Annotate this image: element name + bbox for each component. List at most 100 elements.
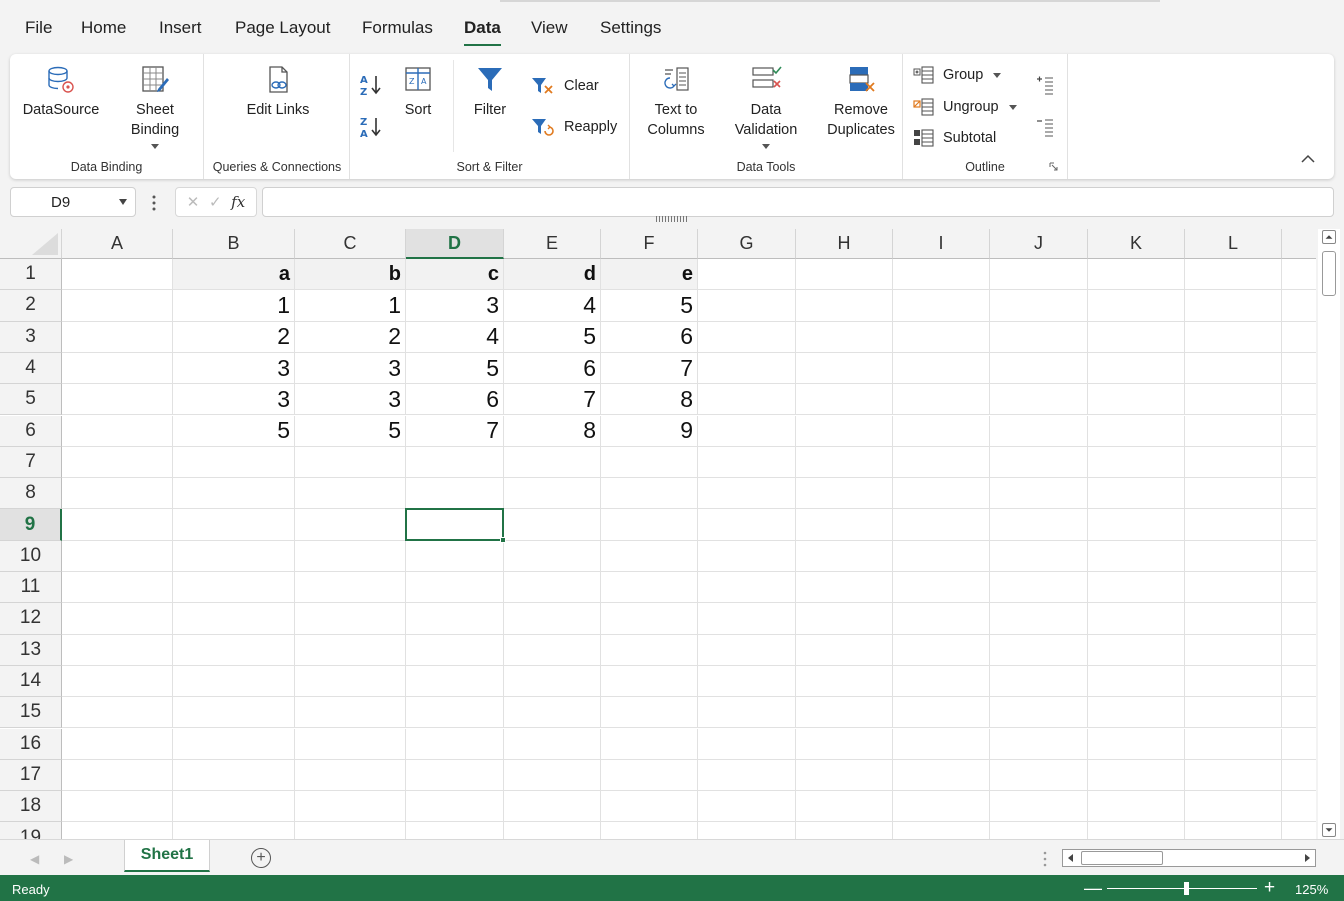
zoom-in-icon[interactable]: + bbox=[1264, 877, 1275, 899]
sort-z-to-a-icon[interactable]: Z A bbox=[359, 114, 383, 140]
cell-l11[interactable] bbox=[1185, 572, 1282, 604]
sheet-tab-sheet1[interactable]: Sheet1 bbox=[124, 840, 210, 872]
cell-c7[interactable] bbox=[295, 446, 406, 479]
cell-c1[interactable]: b bbox=[295, 259, 406, 291]
cell-g3[interactable] bbox=[698, 321, 796, 353]
row-header-16[interactable]: 16 bbox=[0, 728, 62, 760]
cell-m1[interactable] bbox=[1282, 259, 1316, 291]
ungroup-dropdown-icon[interactable] bbox=[1008, 104, 1017, 110]
cell-i17[interactable] bbox=[893, 759, 990, 792]
cell-a2[interactable] bbox=[62, 290, 173, 322]
cell-k10[interactable] bbox=[1088, 540, 1185, 572]
collapse-ribbon-icon[interactable] bbox=[1301, 154, 1315, 164]
select-all-corner[interactable] bbox=[0, 229, 62, 259]
column-header-g[interactable]: G bbox=[698, 229, 796, 259]
cell-a7[interactable] bbox=[62, 446, 173, 479]
cell-e16[interactable] bbox=[504, 728, 601, 760]
cell-d1[interactable]: c bbox=[406, 259, 504, 291]
cell-c12[interactable] bbox=[295, 603, 406, 635]
cell-k16[interactable] bbox=[1088, 728, 1185, 760]
cell-j12[interactable] bbox=[990, 603, 1088, 635]
cell-j3[interactable] bbox=[990, 321, 1088, 353]
column-header-c[interactable]: C bbox=[295, 229, 406, 259]
cell-b3[interactable]: 2 bbox=[173, 321, 295, 353]
cell-i18[interactable] bbox=[893, 791, 990, 823]
cell-j9[interactable] bbox=[990, 509, 1088, 541]
cell-d17[interactable] bbox=[406, 759, 504, 792]
cell-k4[interactable] bbox=[1088, 352, 1185, 385]
row-header-19[interactable]: 19 bbox=[0, 822, 62, 839]
cell-j13[interactable] bbox=[990, 634, 1088, 666]
cell-a17[interactable] bbox=[62, 759, 173, 792]
cell-i8[interactable] bbox=[893, 478, 990, 510]
cell-b15[interactable] bbox=[173, 697, 295, 729]
cell-d3[interactable]: 4 bbox=[406, 321, 504, 353]
cell-i13[interactable] bbox=[893, 634, 990, 666]
cell-f3[interactable]: 6 bbox=[601, 321, 698, 353]
cell-l12[interactable] bbox=[1185, 603, 1282, 635]
cell-j17[interactable] bbox=[990, 759, 1088, 792]
cell-e11[interactable] bbox=[504, 572, 601, 604]
cell-d11[interactable] bbox=[406, 572, 504, 604]
cell-j8[interactable] bbox=[990, 478, 1088, 510]
cell-j11[interactable] bbox=[990, 572, 1088, 604]
cell-d16[interactable] bbox=[406, 728, 504, 760]
cell-c19[interactable] bbox=[295, 822, 406, 839]
cell-m8[interactable] bbox=[1282, 478, 1316, 510]
cell-f16[interactable] bbox=[601, 728, 698, 760]
row-header-18[interactable]: 18 bbox=[0, 791, 62, 823]
cell-k19[interactable] bbox=[1088, 822, 1185, 839]
cell-m18[interactable] bbox=[1282, 791, 1316, 823]
cell-d2[interactable]: 3 bbox=[406, 290, 504, 322]
cell-e6[interactable]: 8 bbox=[504, 415, 601, 447]
cell-c13[interactable] bbox=[295, 634, 406, 666]
scroll-right-icon[interactable] bbox=[1301, 852, 1313, 864]
cell-j2[interactable] bbox=[990, 290, 1088, 322]
cell-a14[interactable] bbox=[62, 665, 173, 698]
cell-m4[interactable] bbox=[1282, 353, 1316, 385]
tab-file[interactable]: File bbox=[25, 18, 52, 38]
cell-a4[interactable] bbox=[62, 352, 173, 385]
cell-c2[interactable]: 1 bbox=[295, 290, 406, 322]
cell-g1[interactable] bbox=[698, 259, 796, 291]
cell-a13[interactable] bbox=[62, 634, 173, 666]
cell-k5[interactable] bbox=[1088, 384, 1185, 416]
tab-formulas[interactable]: Formulas bbox=[362, 18, 433, 38]
row-header-13[interactable]: 13 bbox=[0, 634, 62, 666]
formula-bar-resize-handle[interactable] bbox=[656, 216, 688, 222]
zoom-out-icon[interactable]: — bbox=[1084, 878, 1102, 899]
edit-links-button[interactable]: Edit Links bbox=[238, 64, 318, 120]
cell-e18[interactable] bbox=[504, 791, 601, 823]
cell-m15[interactable] bbox=[1282, 697, 1316, 729]
cell-c15[interactable] bbox=[295, 697, 406, 729]
cell-k13[interactable] bbox=[1088, 634, 1185, 666]
cell-c5[interactable]: 3 bbox=[295, 384, 406, 416]
prev-sheet-icon[interactable]: ◀ bbox=[30, 852, 39, 866]
cell-g11[interactable] bbox=[698, 572, 796, 604]
cell-c6[interactable]: 5 bbox=[295, 415, 406, 447]
remove-duplicates-button[interactable]: Remove Duplicates bbox=[816, 64, 906, 140]
sheet-binding-dropdown-icon[interactable] bbox=[151, 144, 159, 149]
cell-k8[interactable] bbox=[1088, 478, 1185, 510]
row-header-10[interactable]: 10 bbox=[0, 540, 62, 572]
cell-b12[interactable] bbox=[173, 603, 295, 635]
cell-e3[interactable]: 5 bbox=[504, 321, 601, 353]
insert-function-icon[interactable]: fx bbox=[231, 193, 245, 211]
cell-h19[interactable] bbox=[796, 822, 893, 839]
cell-e8[interactable] bbox=[504, 478, 601, 510]
cell-c3[interactable]: 2 bbox=[295, 321, 406, 353]
sort-a-to-z-icon[interactable]: A Z bbox=[359, 72, 383, 98]
cell-g10[interactable] bbox=[698, 540, 796, 572]
cell-m3[interactable] bbox=[1282, 322, 1316, 353]
column-header-k[interactable]: K bbox=[1088, 229, 1185, 259]
hide-detail-icon[interactable] bbox=[1035, 116, 1055, 138]
formula-bar-more-icon[interactable] bbox=[150, 193, 158, 213]
cell-j1[interactable] bbox=[990, 259, 1088, 291]
cell-k3[interactable] bbox=[1088, 321, 1185, 353]
cell-a5[interactable] bbox=[62, 384, 173, 416]
cell-e14[interactable] bbox=[504, 665, 601, 698]
cell-l9[interactable] bbox=[1185, 509, 1282, 541]
cell-b2[interactable]: 1 bbox=[173, 290, 295, 322]
cell-i19[interactable] bbox=[893, 822, 990, 839]
cell-m7[interactable] bbox=[1282, 447, 1316, 479]
